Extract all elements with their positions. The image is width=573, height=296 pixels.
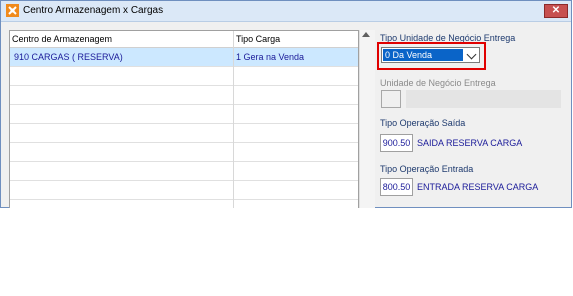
app-logo-icon — [6, 4, 19, 17]
table-row[interactable] — [10, 143, 358, 162]
column-header-centro[interactable]: Centro de Armazenagem — [12, 34, 112, 44]
close-icon: ✕ — [551, 5, 561, 16]
table-row[interactable] — [10, 105, 358, 124]
window-title: Centro Armazenagem x Cargas — [23, 5, 164, 16]
table-row[interactable] — [10, 162, 358, 181]
tipo-entrada-label: Tipo Operação Entrada — [380, 164, 474, 174]
cargas-grid[interactable]: Centro de Armazenagem Tipo Carga 910 CAR… — [9, 30, 359, 208]
entrada-code-field[interactable]: 800.50 — [380, 178, 413, 196]
table-row[interactable]: 910 CARGAS ( RESERVA) 1 Gera na Venda — [10, 48, 358, 67]
table-row[interactable] — [10, 86, 358, 105]
title-bar: Centro Armazenagem x Cargas ✕ — [1, 1, 571, 22]
scroll-up-icon[interactable] — [362, 32, 370, 37]
tipo-saida-label: Tipo Operação Saída — [380, 118, 466, 128]
cell-tipo-carga: 1 Gera na Venda — [236, 52, 305, 62]
saida-code-field[interactable]: 900.50 — [380, 134, 413, 152]
table-row[interactable] — [10, 124, 358, 143]
column-header-tipo-carga[interactable]: Tipo Carga — [236, 34, 280, 44]
saida-desc: SAIDA RESERVA CARGA — [417, 138, 523, 148]
cell-centro: 910 CARGAS ( RESERVA) — [14, 52, 123, 62]
tipo-unidade-select[interactable]: 0 Da Venda — [381, 47, 480, 63]
column-separator — [233, 31, 234, 208]
table-row[interactable] — [10, 67, 358, 86]
grid-header: Centro de Armazenagem Tipo Carga — [10, 31, 358, 48]
unidade-desc-field — [406, 90, 561, 108]
close-button[interactable]: ✕ — [544, 4, 568, 18]
unidade-code-field — [381, 90, 401, 108]
unidade-label: Unidade de Negócio Entrega — [380, 78, 496, 88]
tipo-unidade-value: 0 Da Venda — [383, 49, 463, 61]
vertical-scrollbar[interactable] — [359, 30, 375, 208]
chevron-down-icon — [466, 49, 477, 60]
entrada-desc: ENTRADA RESERVA CARGA — [417, 182, 539, 192]
table-row[interactable] — [10, 181, 358, 200]
